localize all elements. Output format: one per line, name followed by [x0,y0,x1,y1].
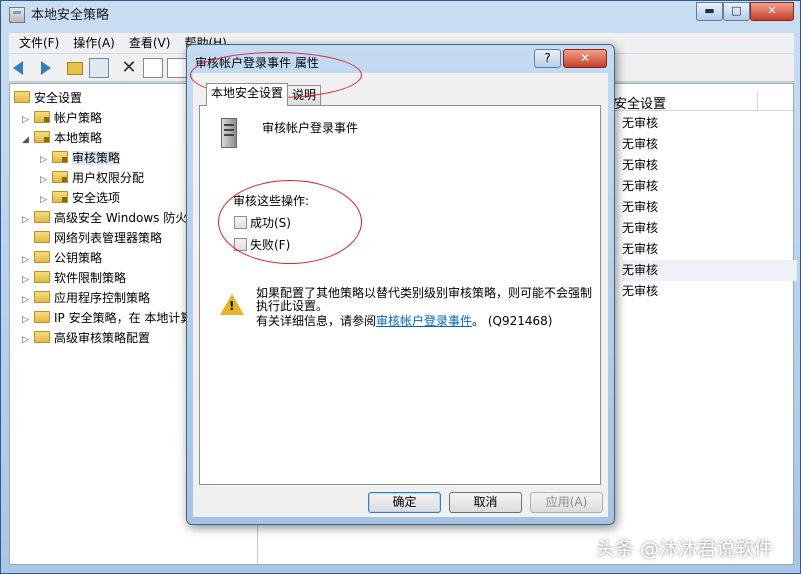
menu-action[interactable]: 操作(A) [73,33,115,53]
expand-arrow-icon[interactable]: ▷ [22,270,34,290]
more-info-text: 有关详细信息，请参阅审核帐户登录事件。 (Q921468) [256,314,553,328]
dialog-body: 本地安全设置 说明 审核帐户登录事件 审核这些操作: 成功(S) 失败(F) !… [193,73,608,517]
tree-item-software-restriction[interactable]: ▷ 软件限制策略 [22,268,126,288]
folder-icon [52,191,68,203]
cancel-button[interactable]: 取消 [449,492,522,513]
tree-item-firewall[interactable]: ▷ 高级安全 Windows 防火墙 [22,208,199,228]
tree-item-local-policy[interactable]: ◢ 本地策略 [22,128,102,148]
column-separator[interactable] [757,91,758,111]
folder-icon [34,331,50,343]
column-header-security-setting[interactable]: 安全设置 [614,93,666,112]
apply-button[interactable]: 应用(A) [530,492,603,513]
properties-icon[interactable] [143,58,163,78]
expand-arrow-icon[interactable]: ▷ [22,110,34,130]
tree-item-public-key[interactable]: ▷ 公钥策略 [22,248,102,268]
tab-panel: 审核帐户登录事件 审核这些操作: 成功(S) 失败(F) ! 如果配置了其他策略… [199,105,601,485]
list-item-highlighted[interactable]: 无审核 [622,260,797,281]
folder-icon [34,291,50,303]
menu-view[interactable]: 查看(V) [129,33,171,53]
expand-arrow-icon[interactable]: ▷ [22,250,34,270]
minimize-button[interactable]: ▬ [696,2,723,21]
forward-arrow-icon[interactable] [35,58,55,78]
folder-icon [34,211,50,223]
expand-arrow-icon[interactable]: ▷ [40,170,52,190]
tree-item-security-options[interactable]: ▷ 安全选项 [40,188,120,208]
tree-item-user-rights[interactable]: ▷ 用户权限分配 [40,168,144,188]
expand-arrow-icon[interactable]: ▷ [22,310,34,330]
collapse-arrow-icon[interactable]: ◢ [22,130,34,150]
policy-name: 审核帐户登录事件 [262,121,359,135]
tab-local-security-setting[interactable]: 本地安全设置 [206,83,289,106]
expand-arrow-icon[interactable]: ▷ [22,290,34,310]
expand-arrow-icon[interactable]: ▷ [40,150,52,170]
tree-item-ip-security[interactable]: ▷ IP 安全策略，在 本地计算机 [22,308,204,328]
dialog-help-button[interactable]: ? [534,49,561,68]
expand-arrow-icon[interactable]: ▷ [22,210,34,230]
menu-file[interactable]: 文件(F) [19,33,59,53]
caption-buttons: ▬ □ ✕ [696,2,794,21]
tree-item-security-settings[interactable]: 安全设置 [14,88,82,108]
warning-text: 如果配置了其他策略以替代类别级别审核策略，则可能不会强制执行此设置。 [256,286,593,313]
window-title: 本地安全策略 [31,8,110,23]
list-item[interactable]: 无审核 [622,239,782,260]
tree-item-account-policy[interactable]: ▷ 帐户策略 [22,108,102,128]
list-item[interactable]: 无审核 [622,113,782,134]
watermark: 头条 @沐沐君说软件 [596,538,774,560]
list-item[interactable]: 无审核 [622,155,782,176]
list-item[interactable]: 无审核 [622,134,782,155]
tree-item-app-control[interactable]: ▷ 应用程序控制策略 [22,288,150,308]
tree-item-network-list[interactable]: 网络列表管理器策略 [34,228,162,248]
delete-icon[interactable]: ✕ [119,58,139,78]
warning-exclamation-icon: ! [229,299,235,313]
properties-dialog: 审核帐户登录事件 属性 ? ✕ 本地安全设置 说明 审核帐户登录事件 审核这些操… [186,44,615,525]
more-info-link[interactable]: 审核帐户登录事件 [376,314,472,328]
folder-icon [52,151,68,163]
ip-security-icon [34,311,50,323]
folder-icon [34,251,50,263]
folder-icon [34,231,50,243]
dialog-close-button[interactable]: ✕ [563,49,607,68]
folder-icon [34,271,50,283]
server-icon [216,118,242,150]
export-list-icon[interactable] [167,58,187,78]
list-item[interactable]: 无审核 [622,176,782,197]
maximize-button[interactable]: □ [723,2,750,21]
folder-icon [34,111,50,123]
folder-icon [34,131,50,143]
up-folder-icon[interactable] [65,58,85,78]
annotation-ellipse-checkboxes [218,180,362,264]
back-arrow-icon[interactable] [13,58,33,78]
tree-item-advanced-audit[interactable]: ▷ 高级审核策略配置 [22,328,150,348]
ok-button[interactable]: 确定 [368,492,441,513]
folder-icon [52,171,68,183]
tree-item-audit-policy[interactable]: ▷ 审核策略 [40,148,121,170]
list-item[interactable]: 无审核 [622,281,782,302]
close-button[interactable]: ✕ [750,2,794,21]
expand-arrow-icon[interactable]: ▷ [22,330,34,350]
expand-arrow-icon[interactable]: ▷ [40,190,52,210]
show-hide-tree-icon[interactable] [89,58,109,78]
list-item[interactable]: 无审核 [622,218,782,239]
list-item[interactable]: 无审核 [622,197,782,218]
security-settings-icon [14,91,30,103]
